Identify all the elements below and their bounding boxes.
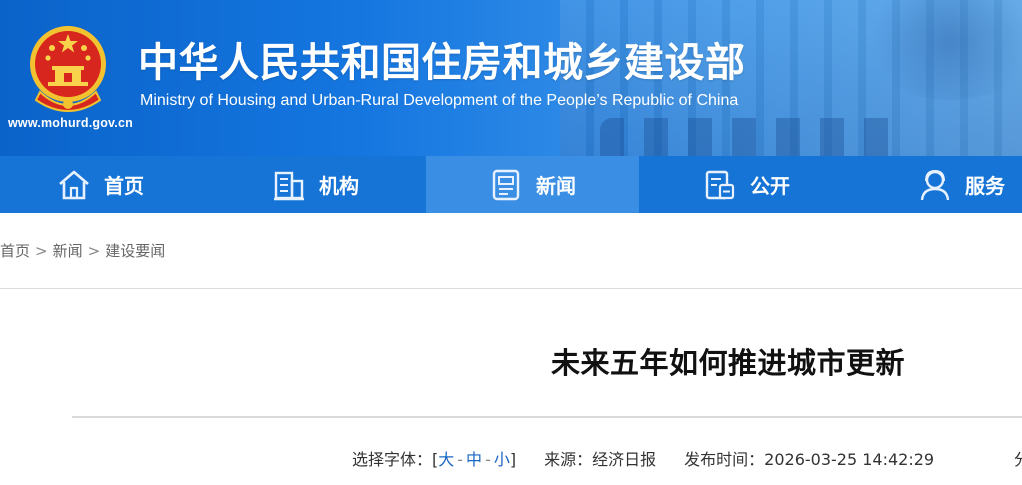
document-icon bbox=[702, 167, 738, 203]
breadcrumb-separator: > bbox=[87, 242, 101, 260]
site-url[interactable]: www.mohurd.gov.cn bbox=[8, 116, 133, 130]
font-size-large-option[interactable]: 大 bbox=[438, 450, 454, 469]
source-value: 经济日报 bbox=[592, 450, 657, 469]
banner-tree-shadow bbox=[860, 0, 1022, 100]
font-option-separator: - bbox=[457, 450, 464, 469]
breadcrumb-home[interactable]: 首页 bbox=[0, 242, 30, 260]
breadcrumb-separator: > bbox=[35, 242, 48, 260]
header-banner: www.mohurd.gov.cn 中华人民共和国住房和城乡建设部 Minist… bbox=[0, 0, 1022, 156]
title-divider bbox=[72, 416, 1022, 418]
breadcrumb: 首页 > 新闻 > 建设要闻 bbox=[0, 240, 165, 261]
banner-arches bbox=[600, 118, 900, 156]
breadcrumb-news[interactable]: 新闻 bbox=[53, 242, 83, 260]
article-meta: 选择字体：[大 - 中 - 小] 来源：经济日报 发布时间：2026-03-25 14:42… bbox=[352, 446, 1022, 470]
font-size-small-option[interactable]: 小 bbox=[494, 450, 510, 469]
font-option-separator: - bbox=[485, 450, 491, 469]
breadcrumb-divider bbox=[0, 288, 1022, 289]
nav-item-label: 服务 bbox=[965, 174, 1005, 198]
font-size-medium-option[interactable]: 中 bbox=[466, 450, 482, 469]
nav-item-label: 公开 bbox=[750, 174, 790, 198]
clipped-meta-text: 分 bbox=[1014, 446, 1022, 470]
breadcrumb-construction-news[interactable]: 建设要闻 bbox=[105, 242, 165, 260]
building-icon bbox=[271, 167, 307, 203]
site-title-english: Ministry of Housing and Urban-Rural Deve… bbox=[140, 92, 739, 109]
home-icon bbox=[56, 167, 92, 203]
font-select-label: 选择字体：[ bbox=[352, 450, 439, 469]
nav-item-home[interactable]: 首页 bbox=[0, 156, 213, 213]
nav-item-label: 首页 bbox=[104, 174, 144, 198]
nav-item-label: 机构 bbox=[319, 174, 359, 198]
nav-item-news[interactable]: 新闻 bbox=[426, 156, 639, 213]
nav-item-service[interactable]: 服务 bbox=[852, 156, 1022, 213]
publish-time-value: 2026-03-25 14:42:29 bbox=[764, 450, 935, 469]
font-select-close: ] bbox=[509, 450, 517, 469]
service-user-icon bbox=[917, 167, 953, 203]
newspaper-icon bbox=[488, 167, 524, 203]
article-title: 未来五年如何推进城市更新 bbox=[551, 346, 906, 380]
site-title-chinese: 中华人民共和国住房和城乡建设部 bbox=[138, 40, 746, 86]
source-label: 来源： bbox=[544, 450, 593, 469]
publish-time-label: 发布时间： bbox=[684, 450, 765, 469]
national-emblem-icon[interactable] bbox=[26, 22, 110, 114]
nav-item-label: 新闻 bbox=[536, 174, 576, 198]
nav-item-public[interactable]: 公开 bbox=[639, 156, 852, 213]
nav-item-organization[interactable]: 机构 bbox=[213, 156, 426, 213]
main-nav: 首页 机构 新闻 公开 服务 bbox=[0, 156, 1022, 213]
